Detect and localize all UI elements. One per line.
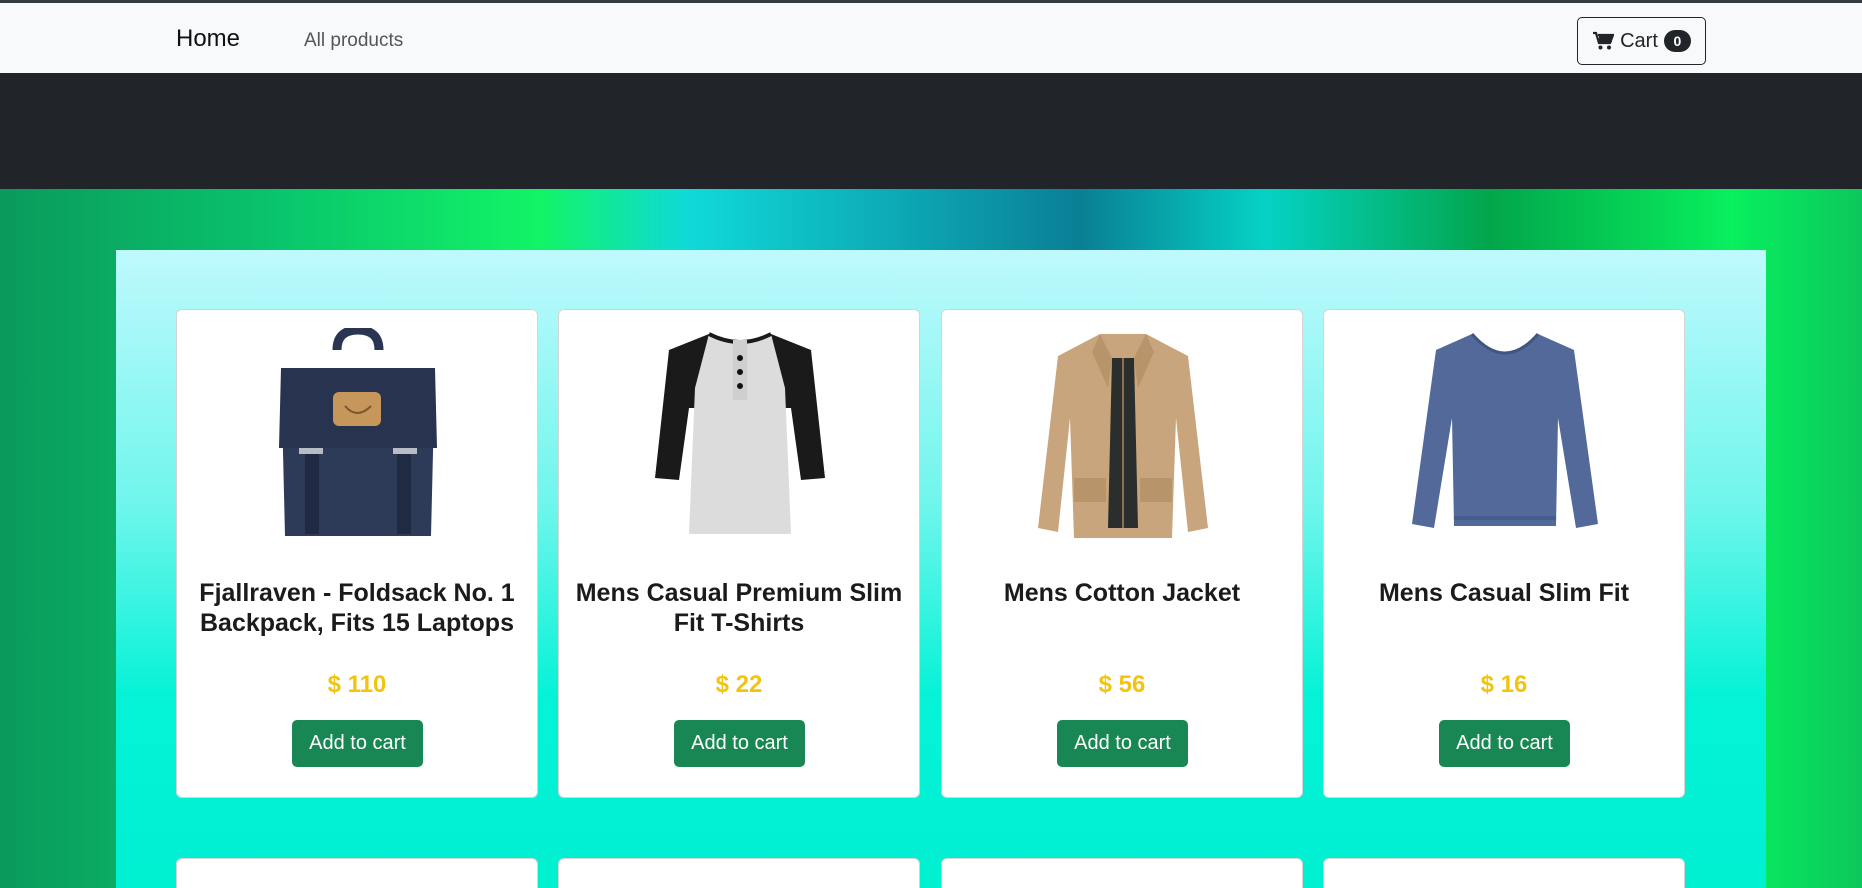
product-card: Mens Cotton Jacket $ 56 Add to cart (941, 309, 1303, 798)
product-image (1394, 877, 1616, 888)
product-title: Mens Casual Premium Slim Fit T-Shirts (575, 579, 903, 637)
product-price: $ 56 (1098, 671, 1146, 698)
add-to-cart-button[interactable]: Add to cart (674, 720, 805, 767)
product-image (629, 877, 851, 888)
backpack-image (279, 328, 437, 536)
product-title: Mens Casual Slim Fit (1378, 579, 1630, 607)
product-card (1323, 858, 1685, 888)
product-card: Fjallraven - Foldsack No. 1 Backpack, Fi… (176, 309, 538, 798)
nav-home-link[interactable]: Home (176, 25, 240, 53)
cart-button[interactable]: Cart 0 (1577, 17, 1706, 65)
product-card (558, 858, 920, 888)
add-to-cart-button[interactable]: Add to cart (1057, 720, 1188, 767)
add-to-cart-button[interactable]: Add to cart (292, 720, 423, 767)
navbar: Home All products Cart 0 (0, 0, 1862, 73)
product-card: Mens Casual Premium Slim Fit T-Shirts $ … (558, 309, 920, 798)
product-image (1012, 877, 1234, 888)
product-card (176, 858, 538, 888)
cart-label: Cart (1620, 29, 1658, 52)
nav-all-products-link[interactable]: All products (304, 30, 403, 52)
cart-icon (1593, 31, 1615, 50)
product-image (247, 877, 469, 888)
cart-count-badge: 0 (1663, 30, 1691, 52)
longsleeve-image (1412, 333, 1598, 528)
product-price: $ 110 (327, 671, 387, 698)
product-price: $ 16 (1480, 671, 1528, 698)
product-price: $ 22 (715, 671, 763, 698)
jacket-image (1038, 334, 1208, 538)
product-title: Fjallraven - Foldsack No. 1 Backpack, Fi… (199, 579, 515, 637)
add-to-cart-button[interactable]: Add to cart (1439, 720, 1570, 767)
product-card (941, 858, 1303, 888)
tshirt-image (655, 332, 825, 534)
hero-banner (0, 73, 1862, 189)
product-card: Mens Casual Slim Fit $ 16 Add to cart (1323, 309, 1685, 798)
product-title: Mens Cotton Jacket (1003, 579, 1241, 607)
